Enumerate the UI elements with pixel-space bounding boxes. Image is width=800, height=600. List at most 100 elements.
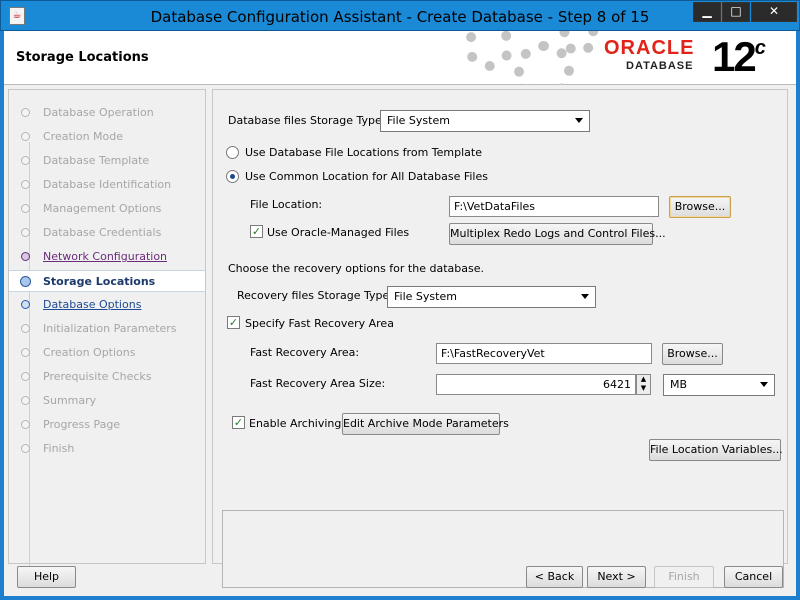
chevron-down-icon [581, 294, 589, 299]
sidebar-step-label: Management Options [43, 202, 162, 215]
storage-type-label: Database files Storage Type: [228, 114, 386, 127]
sidebar-step-label: Initialization Parameters [43, 322, 177, 335]
sidebar-step-label: Database Template [43, 154, 150, 167]
next-button[interactable]: Next > [587, 566, 646, 588]
sidebar-step-item: Database Template [9, 150, 205, 172]
file-location-variables-button[interactable]: File Location Variables... [649, 439, 783, 461]
sidebar-step-item: Prerequisite Checks [9, 366, 205, 388]
storage-type-select[interactable]: File System [380, 110, 590, 132]
browse-files-button[interactable]: Browse... [669, 196, 731, 218]
file-location-label: File Location: [250, 198, 323, 211]
browse-fra-button[interactable]: Browse... [662, 343, 723, 365]
oracle-logo: ORACLE DATABASE [604, 37, 694, 72]
step-status-icon [21, 156, 30, 165]
file-location-input[interactable]: F:\VetDataFiles [449, 196, 659, 217]
sidebar-step-item: Creation Mode [9, 126, 205, 148]
recovery-type-label: Recovery files Storage Type: [237, 289, 393, 302]
step-status-icon [21, 300, 30, 309]
version-badge: 12c [712, 33, 766, 81]
spin-up-icon[interactable]: ▲ [637, 375, 650, 384]
sidebar-step-item: Progress Page [9, 414, 205, 436]
sidebar-step-label: Summary [43, 394, 97, 407]
radio-use-template-label: Use Database File Locations from Templat… [245, 146, 482, 159]
fra-size-input[interactable]: 6421 [436, 374, 636, 395]
fra-unit-select[interactable]: MB [663, 374, 775, 396]
omf-checkbox[interactable]: ✓ [250, 225, 263, 238]
sidebar-step-label: Finish [43, 442, 75, 455]
sidebar-step-label: Database Identification [43, 178, 172, 191]
sidebar-step-label: Storage Locations [43, 275, 156, 288]
steps-sidebar: Database Operation Creation Mode Database … [8, 89, 206, 572]
back-button[interactable]: < Back [526, 566, 583, 588]
sidebar-step-item: Finish [9, 438, 205, 460]
storage-panel: Database files Storage Type: File System… [212, 89, 788, 588]
omf-label: Use Oracle-Managed Files [267, 226, 410, 239]
step-status-icon [21, 444, 30, 453]
oracle-brand: ORACLE [604, 37, 695, 59]
version-number: 12 [712, 33, 757, 80]
archiving-label: Enable Archiving [249, 417, 342, 430]
step-status-icon [20, 276, 31, 287]
sidebar-step-label: Database Options [43, 298, 142, 311]
fra-checkbox[interactable]: ✓ [227, 316, 240, 329]
recovery-type-value: File System [394, 290, 457, 303]
fra-size-label: Fast Recovery Area Size: [250, 377, 386, 390]
radio-use-template[interactable] [226, 146, 239, 159]
sidebar-step-item: Database Identification [9, 174, 205, 196]
page-header: Storage Locations ORACLE DATABASE 12c [4, 31, 796, 85]
page-title: Storage Locations [16, 50, 149, 65]
sidebar-step-item: Initialization Parameters [9, 318, 205, 340]
storage-type-value: File System [387, 114, 450, 127]
radio-common-location-label: Use Common Location for All Database Fil… [245, 170, 488, 183]
window-client: Storage Locations ORACLE DATABASE 12c Da… [4, 31, 796, 596]
gears-graphic [444, 31, 604, 85]
sidebar-step-label: Creation Mode [43, 130, 124, 143]
sidebar-step-label: Database Credentials [43, 226, 162, 239]
fra-input[interactable]: F:\FastRecoveryVet [436, 343, 652, 364]
version-suffix: c [754, 37, 766, 59]
step-status-icon [21, 420, 30, 429]
sidebar-step-label: Creation Options [43, 346, 136, 359]
spin-down-icon[interactable]: ▼ [637, 384, 650, 393]
archiving-checkbox[interactable]: ✓ [232, 416, 245, 429]
recovery-type-select[interactable]: File System [387, 286, 596, 308]
sidebar-step-label: Network Configuration [43, 250, 168, 263]
step-status-icon [21, 324, 30, 333]
oracle-database-label: DATABASE [626, 60, 694, 72]
title-bar: ☕ Database Configuration Assistant - Cre… [0, 0, 800, 31]
minimize-button[interactable]: ▁ [693, 2, 721, 22]
sidebar-step-label: Prerequisite Checks [43, 370, 152, 383]
fra-label: Fast Recovery Area: [250, 346, 360, 359]
multiplex-button[interactable]: Multiplex Redo Logs and Control Files... [449, 223, 666, 245]
sidebar-step-item[interactable]: Network Configuration [9, 246, 205, 268]
step-status-icon [21, 228, 30, 237]
step-status-icon [21, 348, 30, 357]
sidebar-step-item: Summary [9, 390, 205, 412]
step-status-icon [21, 180, 30, 189]
sidebar-step-item: Database Operation [9, 102, 205, 124]
edit-archive-button[interactable]: Edit Archive Mode Parameters [342, 413, 509, 435]
step-status-icon [21, 132, 30, 141]
sidebar-step-label: Database Operation [43, 106, 154, 119]
step-status-icon [21, 252, 30, 261]
sidebar-step-item[interactable]: Storage Locations [9, 270, 205, 292]
fra-check-label: Specify Fast Recovery Area [245, 317, 394, 330]
cancel-button[interactable]: Cancel [724, 566, 783, 588]
step-status-icon [21, 396, 30, 405]
maximize-button[interactable]: □ [722, 2, 750, 22]
sidebar-step-item: Management Options [9, 198, 205, 220]
sidebar-step-item[interactable]: Database Options [9, 294, 205, 316]
chevron-down-icon [760, 382, 768, 387]
finish-button[interactable]: Finish [654, 566, 714, 588]
window-title: Database Configuration Assistant - Creat… [150, 8, 650, 26]
help-button[interactable]: Help [17, 566, 76, 588]
fra-size-spinner[interactable]: ▲ ▼ [636, 374, 651, 395]
sidebar-step-item: Creation Options [9, 342, 205, 364]
chevron-down-icon [575, 118, 583, 123]
radio-common-location[interactable] [226, 170, 239, 183]
step-status-icon [21, 204, 30, 213]
step-status-icon [21, 108, 30, 117]
close-button[interactable]: ✕ [751, 2, 797, 22]
fra-unit-value: MB [670, 378, 688, 391]
sidebar-step-item: Database Credentials [9, 222, 205, 244]
